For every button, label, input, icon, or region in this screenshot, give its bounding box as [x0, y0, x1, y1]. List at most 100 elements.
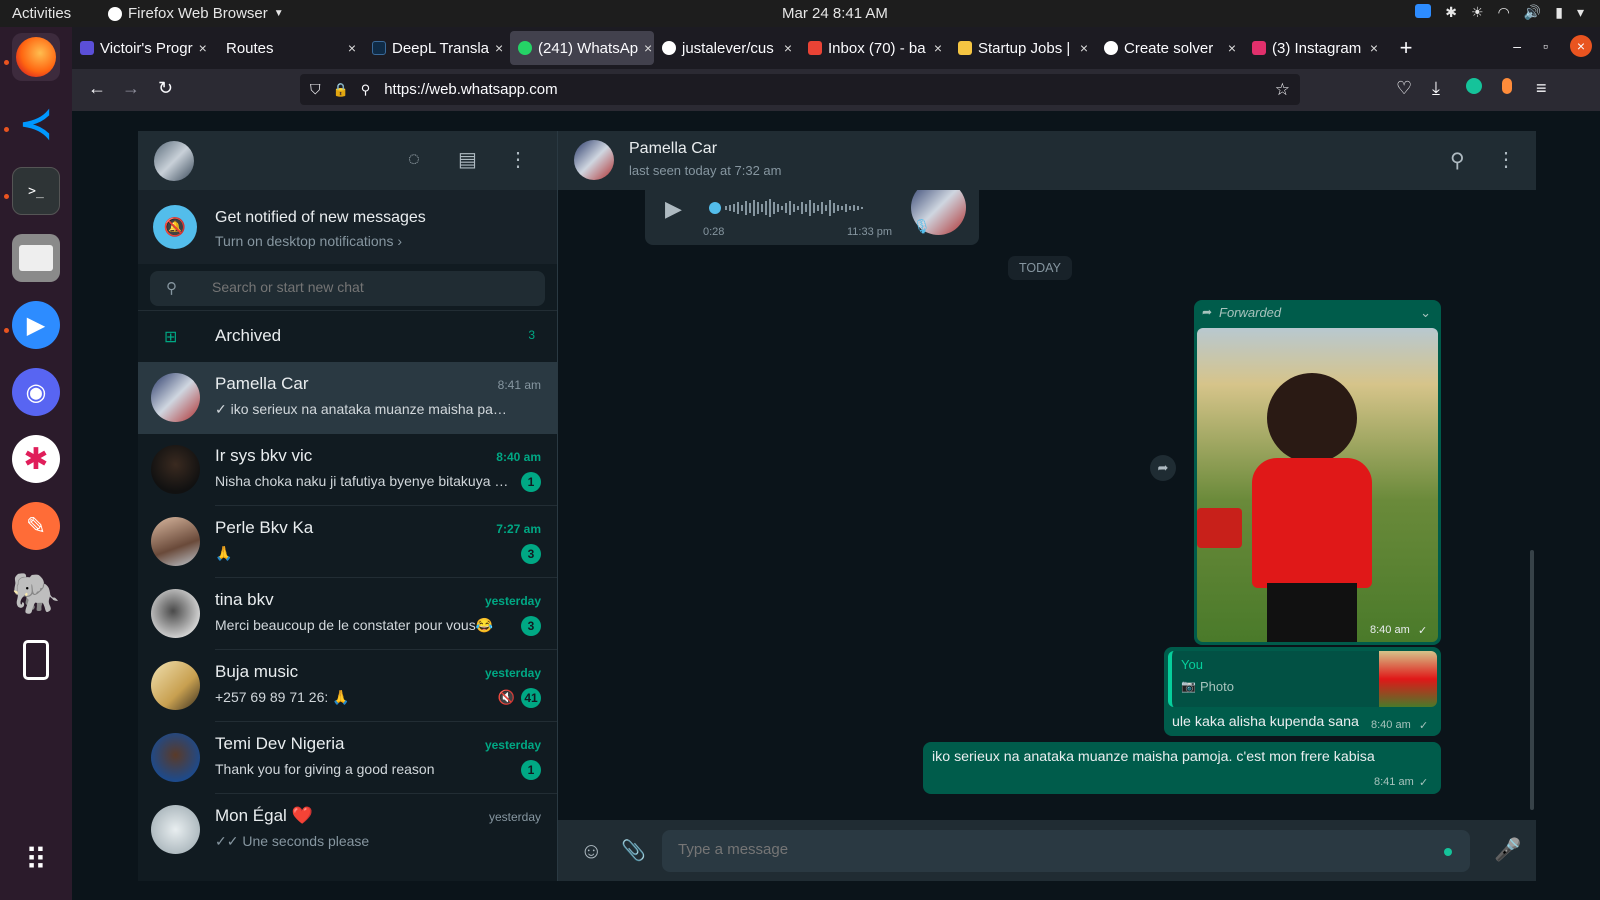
slack-dock-icon[interactable]: ✱	[12, 435, 60, 483]
chat-item-pamella-car[interactable]: Pamella Car 8:41 am ✓ iko serieux na ana…	[138, 362, 557, 434]
downloads-icon[interactable]: ⤓	[1432, 78, 1440, 99]
tab-github-justalever[interactable]: justalever/cus ×	[654, 27, 800, 69]
close-tab-icon[interactable]: ×	[495, 40, 503, 56]
notification-banner[interactable]: 🔕 Get notified of new messages Turn on d…	[138, 190, 557, 264]
close-tab-icon[interactable]: ×	[784, 40, 792, 56]
reload-icon[interactable]: ↻	[158, 78, 173, 99]
close-tab-icon[interactable]: ×	[1228, 40, 1236, 56]
menu-dots-icon[interactable]: ⋮	[508, 147, 528, 172]
notification-subtitle[interactable]: Turn on desktop notifications ›	[215, 233, 402, 249]
conversation-header[interactable]: Pamella Car last seen today at 7:32 am ⚲…	[558, 131, 1536, 190]
back-icon[interactable]: ←	[88, 78, 106, 99]
contact-avatar[interactable]	[574, 140, 614, 180]
search-icon[interactable]: ⚲	[1450, 148, 1465, 173]
system-tray[interactable]: ✱ ☀ ◠ 🔊 ▮ ▾	[1415, 4, 1584, 21]
chat-item-tina-bkv[interactable]: tina bkv yesterday Merci beaucoup de le …	[138, 578, 557, 650]
close-window-icon[interactable]: ×	[1570, 35, 1592, 57]
chat-item-buja-music[interactable]: Buja music yesterday +257 69 89 71 26: 🙏…	[138, 650, 557, 722]
message-input-box[interactable]	[662, 830, 1470, 872]
pocket-icon[interactable]: ♡	[1396, 78, 1412, 99]
lock-icon[interactable]: 🔒	[333, 82, 349, 98]
search-input[interactable]	[212, 279, 512, 295]
discord-dock-icon[interactable]: ◉	[12, 368, 60, 416]
last-message-bubble[interactable]: iko serieux na anataka muanze maisha pam…	[923, 742, 1441, 794]
close-tab-icon[interactable]: ×	[644, 40, 652, 56]
hamburger-menu-icon[interactable]: ≡	[1536, 78, 1547, 99]
pgadmin-dock-icon[interactable]: 🐘	[11, 569, 61, 617]
chat-item-temi-dev-nigeria[interactable]: Temi Dev Nigeria yesterday Thank you for…	[138, 722, 557, 794]
clock[interactable]: Mar 24 8:41 AM	[782, 5, 888, 22]
chat-preview: Merci beaucoup de le constater pour vous…	[215, 617, 494, 633]
tab-favicon-icon	[80, 41, 94, 55]
message-time: 8:41 am	[1374, 776, 1414, 788]
microphone-icon[interactable]: 🎤	[1494, 837, 1521, 863]
url-bar[interactable]: ⛉ 🔒 ⚲ https://web.whatsapp.com ☆	[300, 74, 1300, 105]
zoom-dock-icon[interactable]: ▶	[12, 301, 60, 349]
grammarly-indicator-icon[interactable]	[1444, 848, 1452, 856]
profile-avatar[interactable]	[154, 141, 194, 181]
zoom-tray-icon[interactable]	[1415, 4, 1432, 18]
search-box[interactable]: ⚲	[150, 271, 545, 306]
slack-tray-icon[interactable]: ✱	[1445, 4, 1457, 21]
tab-instagram[interactable]: (3) Instagram ×	[1244, 27, 1386, 69]
bookmark-star-icon[interactable]: ☆	[1275, 80, 1290, 100]
tab-startup-jobs[interactable]: Startup Jobs | ×	[950, 27, 1096, 69]
battery-icon[interactable]: ▮	[1555, 4, 1563, 21]
emoji-icon[interactable]: ☺	[580, 838, 602, 864]
chat-item-perle-bkv-ka[interactable]: Perle Bkv Ka 7:27 am 🙏 3	[138, 506, 557, 578]
close-tab-icon[interactable]: ×	[1080, 40, 1088, 56]
vscode-dock-icon[interactable]: ≺	[12, 100, 60, 148]
quoted-message[interactable]: You 📷 Photo	[1168, 651, 1437, 707]
show-apps-icon[interactable]: ⠿	[12, 836, 60, 884]
brightness-icon[interactable]: ☀	[1471, 4, 1484, 21]
status-icon[interactable]: ◌	[408, 148, 420, 171]
extension-icon[interactable]	[1502, 78, 1512, 99]
reply-message-bubble[interactable]: You 📷 Photo ule kaka alisha kupenda sana…	[1164, 647, 1441, 736]
chat-name: Mon Égal ❤️	[215, 806, 313, 825]
media-player-dock-icon[interactable]	[12, 636, 60, 684]
volume-icon[interactable]: 🔊	[1524, 4, 1541, 21]
tab-victoir[interactable]: Victoir's Progr ×	[72, 27, 214, 69]
tab-gmail[interactable]: Inbox (70) - ba ×	[800, 27, 950, 69]
unread-badge: 1	[521, 760, 541, 780]
maximize-icon[interactable]: ▫	[1543, 38, 1548, 54]
message-area[interactable]: ▶ 0:28 11:33 pm 🎙 TODAY ➦ ➦ Forwarded ⌄	[558, 190, 1536, 820]
close-tab-icon[interactable]: ×	[199, 40, 207, 56]
photo-image[interactable]	[1197, 328, 1438, 642]
shield-icon[interactable]: ⛉	[310, 81, 321, 98]
app-menu[interactable]: Firefox Web Browser ▼	[108, 5, 284, 22]
new-chat-icon[interactable]: ▤	[458, 147, 477, 172]
tab-routes[interactable]: Routes ×	[214, 27, 364, 69]
minimize-icon[interactable]: –	[1513, 38, 1521, 54]
chevron-down-icon[interactable]: ⌄	[1420, 305, 1431, 321]
tab-whatsapp[interactable]: (241) WhatsAp ×	[510, 31, 654, 65]
postman-dock-icon[interactable]: ✎	[12, 502, 60, 550]
archived-row[interactable]: ⊞ Archived 3	[138, 310, 557, 362]
voice-waveform[interactable]	[709, 196, 889, 220]
menu-dots-icon[interactable]: ⋮	[1496, 147, 1516, 172]
tab-deepl[interactable]: DeepL Transla ×	[364, 27, 510, 69]
close-tab-icon[interactable]: ×	[1370, 40, 1378, 56]
forward-icon[interactable]: →	[122, 78, 140, 99]
tab-github-create-solver[interactable]: Create solver ×	[1096, 27, 1244, 69]
new-tab-button[interactable]: +	[1386, 27, 1426, 69]
forward-shortcut-icon[interactable]: ➦	[1150, 455, 1176, 481]
message-input[interactable]	[678, 841, 1418, 858]
terminal-dock-icon[interactable]: >_	[12, 167, 60, 215]
attach-icon[interactable]: 📎	[621, 838, 646, 863]
power-menu-icon[interactable]: ▾	[1577, 4, 1584, 21]
files-dock-icon[interactable]	[12, 234, 60, 282]
close-tab-icon[interactable]: ×	[348, 40, 356, 56]
wifi-icon[interactable]: ◠	[1498, 4, 1510, 21]
scrollbar[interactable]	[1530, 550, 1534, 810]
close-tab-icon[interactable]: ×	[934, 40, 942, 56]
forwarded-photo-bubble[interactable]: ➦ Forwarded ⌄ 8:40 am ✓	[1194, 300, 1441, 645]
chat-item-ir-sys-bkv-vic[interactable]: Ir sys bkv vic 8:40 am Nisha choka naku …	[138, 434, 557, 506]
chat-item-mon-egal[interactable]: Mon Égal ❤️ yesterday ✓✓ Une seconds ple…	[138, 794, 557, 866]
grammarly-icon[interactable]	[1466, 78, 1482, 99]
url-text[interactable]: https://web.whatsapp.com	[384, 81, 557, 98]
play-icon[interactable]: ▶	[665, 196, 682, 222]
permissions-icon[interactable]: ⚲	[361, 82, 371, 98]
firefox-dock-icon[interactable]	[12, 33, 60, 81]
activities-button[interactable]: Activities	[12, 5, 71, 22]
